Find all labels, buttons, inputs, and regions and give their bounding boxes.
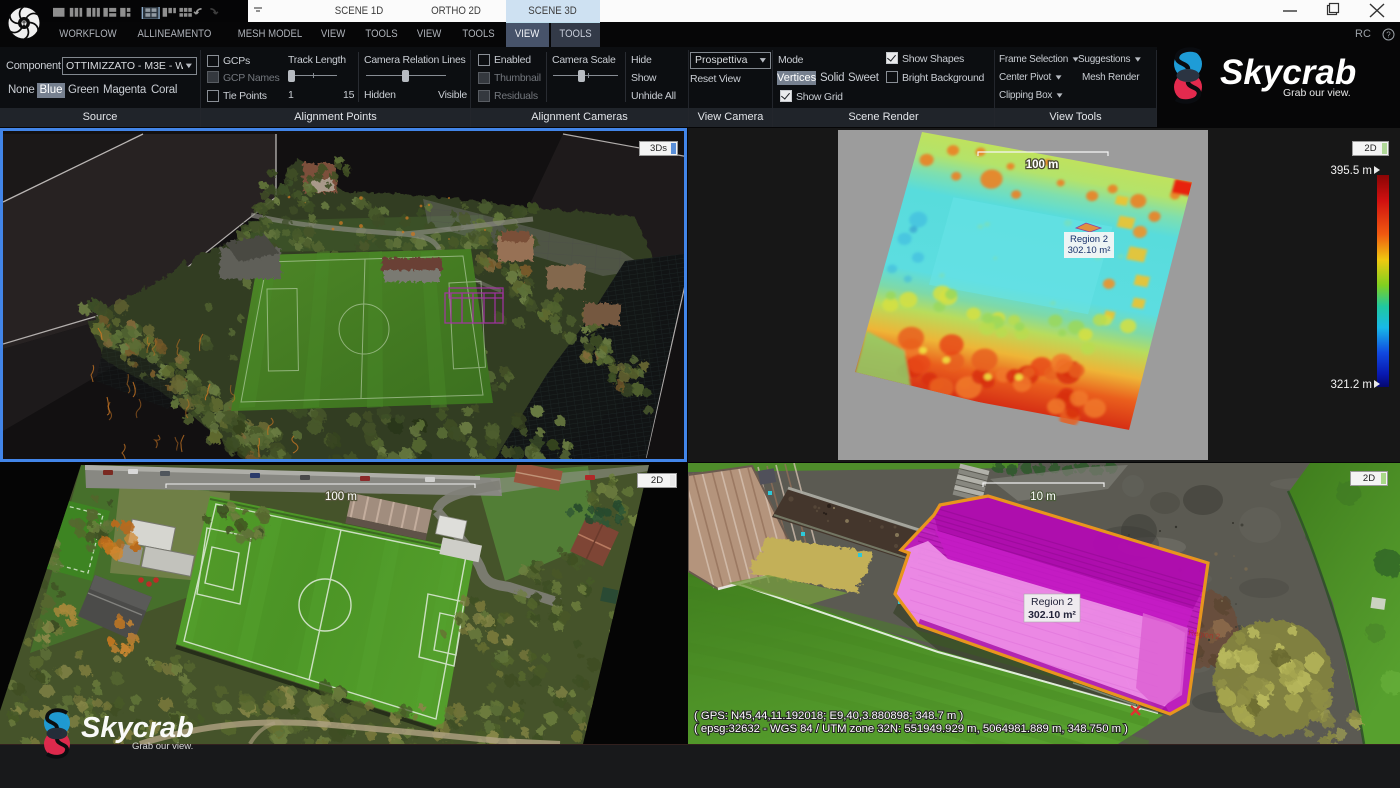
svg-text:100 m: 100 m xyxy=(1026,159,1059,171)
svg-text:Region 2: Region 2 xyxy=(1070,234,1108,245)
svg-text:100 m: 100 m xyxy=(325,491,357,503)
svg-text:Grab our view.: Grab our view. xyxy=(1283,87,1351,99)
svg-text:?: ? xyxy=(1386,30,1391,39)
svg-text:302.10 m²: 302.10 m² xyxy=(1068,245,1111,256)
svg-text:Region 2: Region 2 xyxy=(1031,596,1073,608)
svg-text:Grab our view.: Grab our view. xyxy=(132,741,193,752)
svg-text:395.5 m: 395.5 m xyxy=(1330,165,1372,177)
svg-text:Skycrab: Skycrab xyxy=(81,712,194,744)
svg-text:10 m: 10 m xyxy=(1030,491,1056,503)
svg-text:302.10 m²: 302.10 m² xyxy=(1028,609,1076,621)
svg-text:321.2 m: 321.2 m xyxy=(1330,379,1372,391)
svg-text:( epsg:32632 - WGS 84 / UTM zo: ( epsg:32632 - WGS 84 / UTM zone 32N: 55… xyxy=(694,723,1128,735)
svg-text:( GPS: N45,44,11.192018; E9,40: ( GPS: N45,44,11.192018; E9,40,3.880898;… xyxy=(694,710,963,722)
